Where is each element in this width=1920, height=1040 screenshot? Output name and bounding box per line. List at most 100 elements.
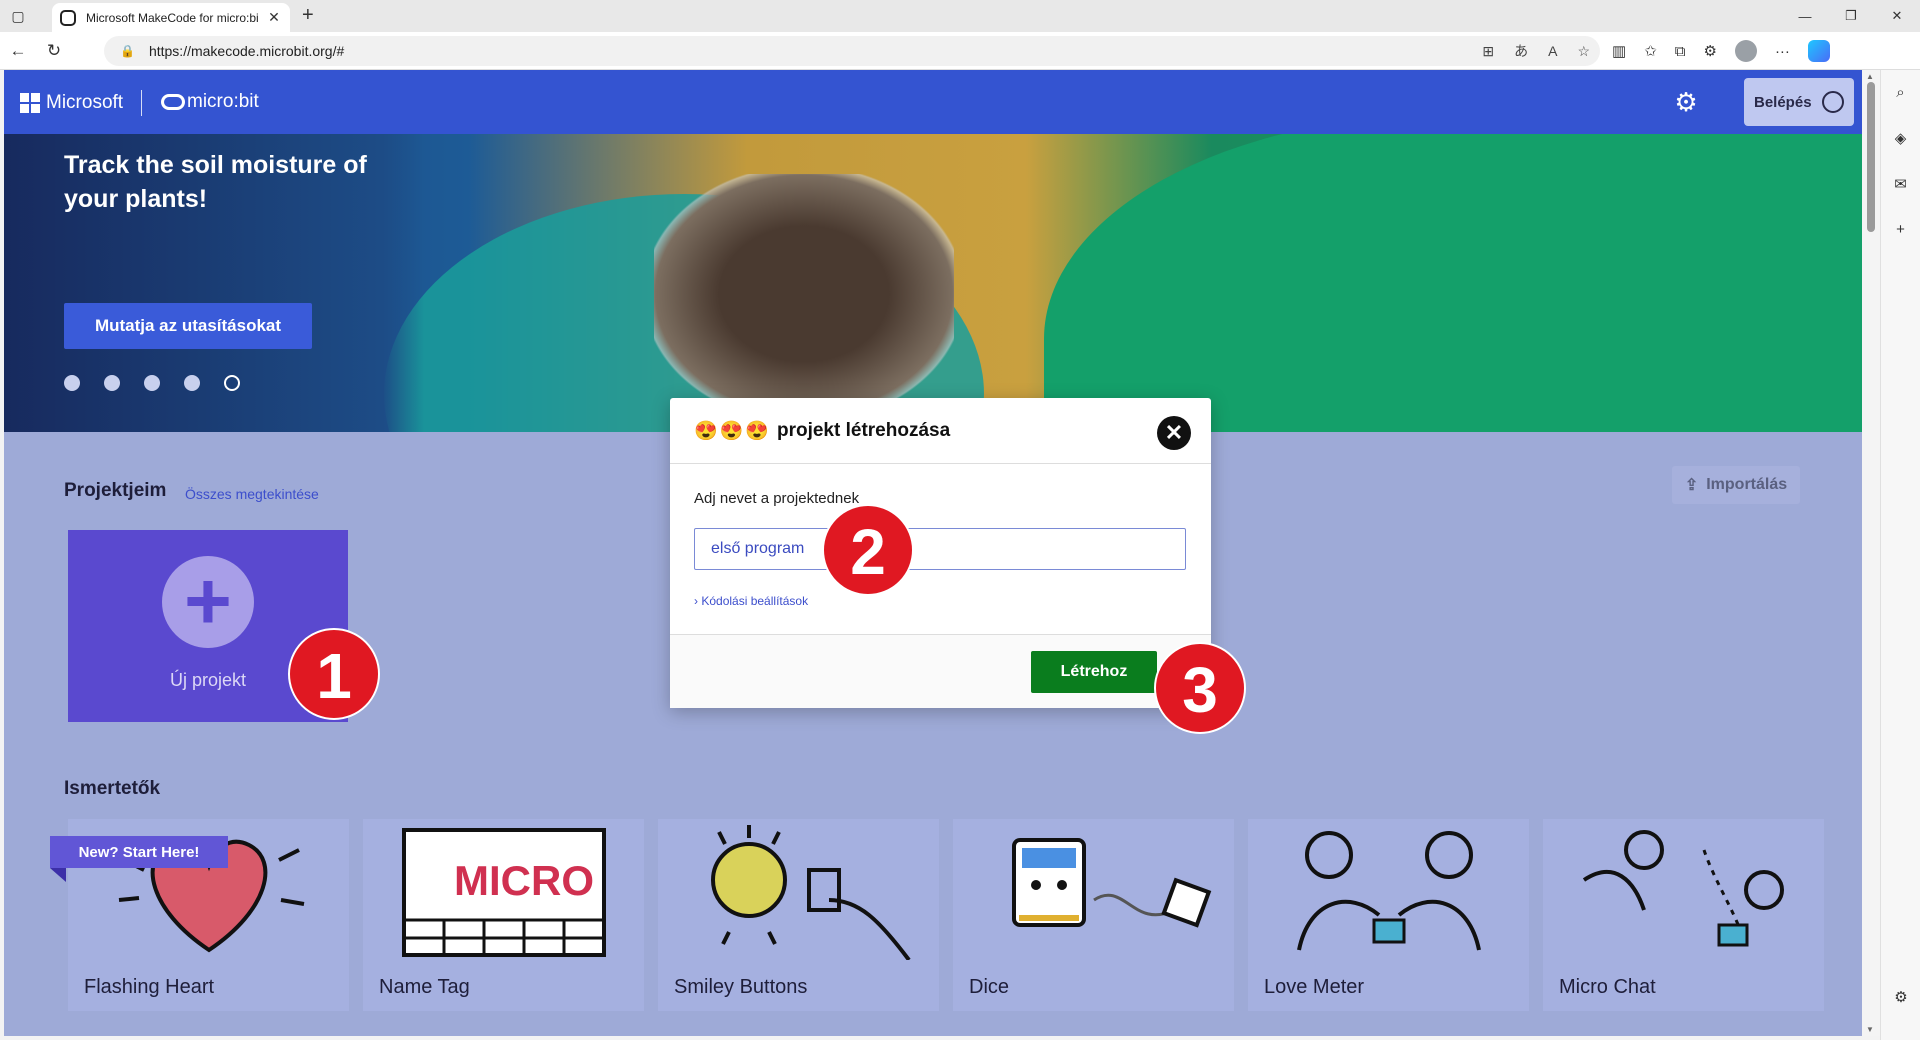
browser-toolbar: ▥ ✩ ⧉ ⚙ ··· <box>1612 32 1830 70</box>
profile-avatar[interactable] <box>1734 40 1757 62</box>
dialog-header: 😍😍😍 projekt létrehozása <box>670 398 1211 464</box>
back-icon[interactable]: ← <box>0 41 36 61</box>
carousel-dot[interactable] <box>64 375 80 391</box>
tutorial-card[interactable]: Smiley Buttons <box>658 819 939 1011</box>
more-menu-icon[interactable]: ··· <box>1775 43 1790 60</box>
tab-title: Microsoft MakeCode for micro:bi <box>86 10 259 25</box>
header-divider <box>141 90 142 116</box>
microbit-logo[interactable]: micro:bit <box>161 91 259 113</box>
dice-icon <box>953 819 1234 961</box>
tutorial-card-label: Smiley Buttons <box>674 976 808 998</box>
close-dialog-icon[interactable]: ✕ <box>1157 416 1191 450</box>
import-button[interactable]: ⇪ Importálás <box>1672 466 1800 504</box>
tutorial-card-label: Flashing Heart <box>84 976 215 998</box>
coding-options-toggle[interactable]: › Kódolási beállítások <box>694 594 808 608</box>
carousel-dots <box>64 375 240 391</box>
ribbon-tail <box>50 868 66 882</box>
add-sidebar-icon[interactable]: + <box>1881 221 1920 238</box>
my-projects-title: Projektjeim <box>64 480 167 501</box>
address-bar[interactable]: 🔒 https://makecode.microbit.org/# ⊞ あ A … <box>104 36 1600 66</box>
search-icon[interactable]: ⌕ <box>1881 84 1920 101</box>
favorites-icon[interactable]: ✩ <box>1644 42 1657 60</box>
name-tag-icon: MICRO <box>363 819 644 961</box>
settings-gear-icon[interactable]: ⚙ <box>1672 88 1700 116</box>
upload-icon: ⇪ <box>1684 477 1699 494</box>
svg-text:MICRO: MICRO <box>454 857 594 904</box>
browser-tab[interactable]: Microsoft MakeCode for micro:bi ✕ <box>52 3 290 32</box>
view-all-link[interactable]: Összes megtekintése <box>185 486 319 502</box>
microbit-icon <box>161 94 185 110</box>
microbit-text: micro:bit <box>187 91 259 112</box>
tutorial-card-label: Micro Chat <box>1559 976 1656 998</box>
scroll-down-icon[interactable]: ▼ <box>1866 1025 1874 1034</box>
microsoft-text: Microsoft <box>46 92 124 113</box>
scroll-up-icon[interactable]: ▲ <box>1866 72 1874 81</box>
microsoft-logo[interactable]: Microsoft <box>20 92 123 114</box>
tutorial-card[interactable]: MICRO Name Tag <box>363 819 644 1011</box>
collections-icon[interactable]: ⧉ <box>1675 43 1686 60</box>
extensions-icon[interactable]: ⚙ <box>1703 42 1716 60</box>
minimize-icon[interactable]: — <box>1782 0 1828 32</box>
emoji-icons: 😍😍😍 <box>694 420 771 442</box>
tutorial-cards: Flashing Heart MICRO Name Tag Smiley But… <box>68 819 1824 1011</box>
url-text[interactable]: https://makecode.microbit.org/# <box>149 43 344 59</box>
browser-tab-bar: ▢ Microsoft MakeCode for micro:bi ✕ + — … <box>0 0 1920 32</box>
show-instructions-button[interactable]: Mutatja az utasításokat <box>64 303 312 349</box>
window-controls: — ❐ ✕ <box>1782 0 1920 32</box>
app-available-icon[interactable]: ⊞ <box>1482 43 1494 60</box>
copilot-sidebar-icon[interactable]: ◈ <box>1881 129 1920 147</box>
hero-title: Track the soil moisture of your plants! <box>64 151 367 213</box>
new-tab-button[interactable]: + <box>302 4 314 27</box>
translate-icon[interactable]: あ <box>1514 41 1528 61</box>
copilot-icon[interactable] <box>1807 40 1830 62</box>
hero-shape <box>1044 134 1862 432</box>
user-icon <box>1822 91 1844 113</box>
tab-actions-icon[interactable]: ▢ <box>0 0 36 32</box>
tutorials-title: Ismertetők <box>64 778 161 799</box>
tutorial-card-label: Name Tag <box>379 976 470 998</box>
project-name-label: Adj nevet a projektednek <box>694 490 860 507</box>
step-marker-2: 2 <box>822 504 914 596</box>
plant-pot-image <box>654 174 954 414</box>
create-button[interactable]: Létrehoz <box>1031 651 1157 693</box>
tutorial-card-label: Dice <box>969 976 1010 998</box>
coding-options-label: Kódolási beállítások <box>701 594 809 608</box>
carousel-dot[interactable] <box>104 375 120 391</box>
microbit-favicon-icon <box>60 9 76 26</box>
carousel-dot-active[interactable] <box>224 375 240 391</box>
split-screen-icon[interactable]: ▥ <box>1612 42 1626 60</box>
carousel-dot[interactable] <box>144 375 160 391</box>
lock-icon[interactable]: 🔒 <box>120 44 135 58</box>
step-marker-1: 1 <box>288 628 380 720</box>
tutorial-card[interactable]: Dice <box>953 819 1234 1011</box>
tutorial-card[interactable]: Love Meter <box>1248 819 1529 1011</box>
tutorial-card[interactable]: Micro Chat <box>1543 819 1824 1011</box>
new-project-label: Új projekt <box>169 670 247 690</box>
read-aloud-icon[interactable]: A <box>1548 43 1557 59</box>
outlook-icon[interactable]: ✉ <box>1881 175 1920 193</box>
close-window-icon[interactable]: ✕ <box>1874 0 1920 32</box>
page-scrollbar[interactable]: ▲ ▼ <box>1862 70 1880 1036</box>
create-project-dialog: 😍😍😍 projekt létrehozása ✕ Adj nevet a pr… <box>670 398 1211 708</box>
address-toolbar: ← ↻ 🔒 https://makecode.microbit.org/# ⊞ … <box>0 32 1920 70</box>
login-button[interactable]: Belépés <box>1744 78 1854 126</box>
chat-icon <box>1543 819 1824 961</box>
dialog-title: projekt létrehozása <box>776 419 951 441</box>
tutorial-card-label: Love Meter <box>1264 976 1365 998</box>
restore-icon[interactable]: ❐ <box>1828 0 1874 32</box>
scrollbar-thumb[interactable] <box>1867 82 1875 232</box>
chevron-right-icon: › <box>694 594 698 608</box>
refresh-icon[interactable]: ↻ <box>36 41 72 61</box>
step-marker-3: 3 <box>1154 642 1246 734</box>
project-name-input[interactable] <box>694 528 1186 570</box>
favorite-star-icon[interactable]: ☆ <box>1577 43 1590 60</box>
plus-icon: + <box>162 556 254 648</box>
smiley-icon <box>658 819 939 961</box>
microsoft-grid-icon <box>20 93 40 113</box>
site-header: Microsoft micro:bit ⚙ Belépés <box>4 70 1862 134</box>
edge-sidebar: ⌕ ◈ ✉ + ⚙ <box>1880 70 1920 1040</box>
sidebar-settings-icon[interactable]: ⚙ <box>1881 988 1920 1006</box>
carousel-dot[interactable] <box>184 375 200 391</box>
close-tab-icon[interactable]: ✕ <box>266 9 282 26</box>
new-start-here-ribbon: New? Start Here! <box>50 836 228 868</box>
